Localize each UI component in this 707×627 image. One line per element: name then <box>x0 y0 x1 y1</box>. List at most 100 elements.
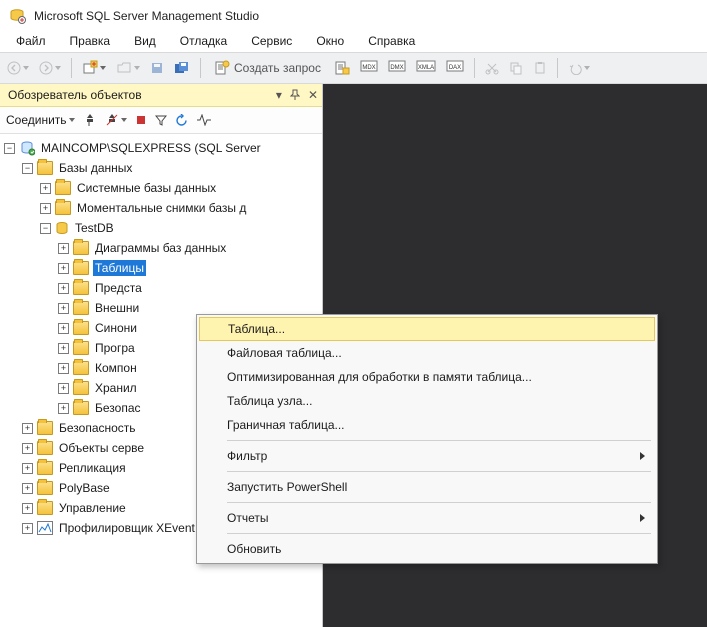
new-query-button[interactable]: Создать запрос <box>208 57 327 79</box>
stop-icon[interactable] <box>135 114 147 126</box>
collapse-icon[interactable]: − <box>4 143 15 154</box>
tree-label: MAINCOMP\SQLEXPRESS (SQL Server <box>39 140 263 156</box>
expand-icon[interactable]: + <box>22 523 33 534</box>
paste-button[interactable] <box>530 57 550 79</box>
menu-item-edge-table[interactable]: Граничная таблица... <box>199 413 655 437</box>
dax-query-icon[interactable]: DAX <box>443 57 467 79</box>
submenu-arrow-icon <box>640 452 645 460</box>
menu-file[interactable]: Файл <box>4 32 58 50</box>
tree-label: Безопасность <box>57 420 138 436</box>
chevron-down-icon <box>100 66 106 70</box>
expand-icon[interactable]: + <box>40 203 51 214</box>
menu-item-label: Граничная таблица... <box>227 418 345 432</box>
folder-icon <box>37 481 53 495</box>
expand-icon[interactable]: + <box>58 263 69 274</box>
menu-separator <box>227 533 651 534</box>
chevron-down-icon <box>55 66 61 70</box>
copy-button[interactable] <box>506 57 526 79</box>
disconnect-icon[interactable] <box>105 113 127 127</box>
xmla-query-icon[interactable]: XMLA <box>413 57 439 79</box>
expand-icon[interactable]: + <box>22 483 33 494</box>
tree-node-server[interactable]: − MAINCOMP\SQLEXPRESS (SQL Server <box>0 138 322 158</box>
undo-button[interactable] <box>565 57 593 79</box>
tree-node-diagrams[interactable]: + Диаграммы баз данных <box>0 238 322 258</box>
tree-node-system-databases[interactable]: + Системные базы данных <box>0 178 322 198</box>
object-explorer-title: Обозреватель объектов <box>8 88 142 102</box>
menu-item-file-table[interactable]: Файловая таблица... <box>199 341 655 365</box>
tree-label: Моментальные снимки базы д <box>75 200 248 216</box>
expand-icon[interactable]: + <box>58 343 69 354</box>
activity-icon[interactable] <box>196 114 212 126</box>
connect-button[interactable]: Соединить <box>6 113 75 127</box>
expand-icon[interactable]: + <box>58 303 69 314</box>
tree-node-databases[interactable]: − Базы данных <box>0 158 322 178</box>
menu-view[interactable]: Вид <box>122 32 168 50</box>
menu-debug[interactable]: Отладка <box>168 32 239 50</box>
mdx-query-icon[interactable]: MDX <box>357 57 381 79</box>
object-explorer-header: Обозреватель объектов ▾ ✕ <box>0 84 322 107</box>
expand-icon[interactable]: + <box>22 463 33 474</box>
folder-icon <box>55 201 71 215</box>
dmx-query-icon[interactable]: DMX <box>385 57 409 79</box>
expand-icon[interactable]: + <box>58 323 69 334</box>
folder-icon <box>73 401 89 415</box>
expand-icon[interactable]: + <box>58 403 69 414</box>
menu-help[interactable]: Справка <box>356 32 427 50</box>
tree-node-tables[interactable]: + Таблицы <box>0 258 322 278</box>
pin-icon[interactable] <box>290 89 300 101</box>
expand-icon[interactable]: + <box>40 183 51 194</box>
menu-item-memory-table[interactable]: Оптимизированная для обработки в памяти … <box>199 365 655 389</box>
tree-node-testdb[interactable]: − TestDB <box>0 218 322 238</box>
folder-icon <box>73 321 89 335</box>
expand-icon[interactable]: + <box>58 383 69 394</box>
save-button[interactable] <box>147 57 167 79</box>
folder-icon <box>37 501 53 515</box>
svg-text:XMLA: XMLA <box>418 65 434 71</box>
menu-item-reports[interactable]: Отчеты <box>199 506 655 530</box>
menu-window[interactable]: Окно <box>304 32 356 50</box>
toolbar-separator <box>200 58 201 78</box>
menu-tools[interactable]: Сервис <box>239 32 304 50</box>
menu-bar: Файл Правка Вид Отладка Сервис Окно Спра… <box>0 30 707 52</box>
menu-item-filter[interactable]: Фильтр <box>199 444 655 468</box>
expand-icon[interactable]: + <box>58 243 69 254</box>
collapse-icon[interactable]: − <box>22 163 33 174</box>
tree-label: Объекты серве <box>57 440 146 456</box>
tree-node-views[interactable]: + Предста <box>0 278 322 298</box>
close-icon[interactable]: ✕ <box>308 88 318 102</box>
save-all-button[interactable] <box>171 57 193 79</box>
cut-button[interactable] <box>482 57 502 79</box>
expand-icon[interactable]: + <box>22 503 33 514</box>
nav-back-button[interactable] <box>4 57 32 79</box>
nav-forward-button[interactable] <box>36 57 64 79</box>
folder-icon <box>37 421 53 435</box>
new-project-button[interactable] <box>79 57 109 79</box>
tree-node-snapshots[interactable]: + Моментальные снимки базы д <box>0 198 322 218</box>
open-file-button[interactable] <box>113 57 143 79</box>
filter-icon[interactable] <box>155 114 167 126</box>
menu-separator <box>227 502 651 503</box>
tree-label-selected: Таблицы <box>93 260 146 276</box>
expand-icon[interactable]: + <box>22 443 33 454</box>
tree-label: Профилировщик XEvent <box>57 520 197 536</box>
menu-item-node-table[interactable]: Таблица узла... <box>199 389 655 413</box>
menu-item-new-table[interactable]: Таблица... <box>199 317 655 341</box>
tree-label: Програ <box>93 340 137 356</box>
menu-edit[interactable]: Правка <box>58 32 123 50</box>
de-query-button[interactable] <box>331 57 353 79</box>
expand-icon[interactable]: + <box>58 363 69 374</box>
connect-server-icon[interactable] <box>83 113 97 127</box>
expand-icon[interactable]: + <box>58 283 69 294</box>
panel-menu-icon[interactable]: ▾ <box>276 88 282 102</box>
main-toolbar: Создать запрос MDX DMX XMLA DAX <box>0 52 707 84</box>
menu-item-label: Файловая таблица... <box>227 346 342 360</box>
expand-icon[interactable]: + <box>22 423 33 434</box>
menu-item-refresh[interactable]: Обновить <box>199 537 655 561</box>
collapse-icon[interactable]: − <box>40 223 51 234</box>
tree-label: Синони <box>93 320 139 336</box>
tree-label: Репликация <box>57 460 128 476</box>
svg-text:DMX: DMX <box>390 65 403 71</box>
refresh-icon[interactable] <box>175 114 188 127</box>
menu-item-label: Отчеты <box>227 511 268 525</box>
menu-item-powershell[interactable]: Запустить PowerShell <box>199 475 655 499</box>
